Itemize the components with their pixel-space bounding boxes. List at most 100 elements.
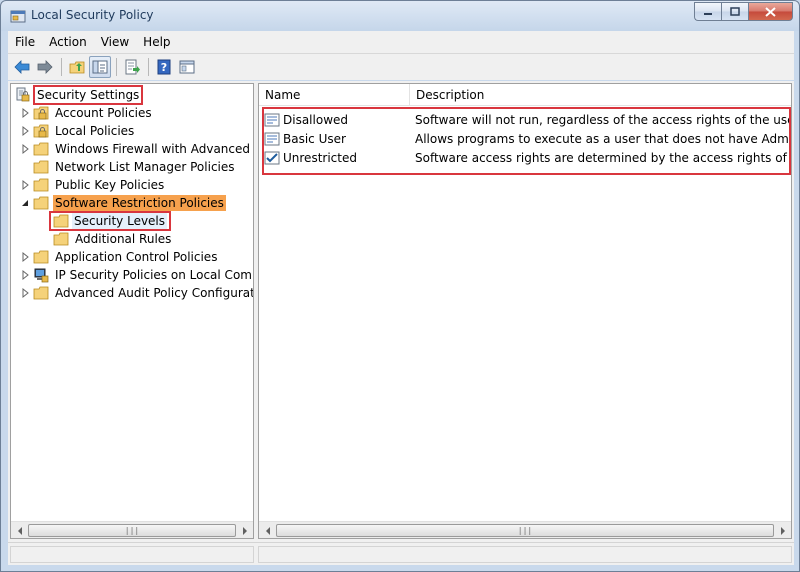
tree-horizontal-scrollbar[interactable]: ||| — [11, 521, 253, 538]
properties-button[interactable] — [176, 56, 198, 78]
close-icon — [765, 6, 776, 17]
scroll-thumb[interactable]: ||| — [28, 524, 236, 537]
window-title: Local Security Policy — [31, 8, 154, 22]
expand-arrow-icon[interactable] — [21, 104, 30, 122]
list-row-unrestricted[interactable]: Unrestricted Software access rights are … — [259, 148, 791, 167]
list-row-disallowed[interactable]: Disallowed Software will not run, regard… — [259, 110, 791, 129]
status-bar — [8, 542, 794, 565]
folder-icon — [33, 250, 49, 264]
export-list-icon — [125, 59, 140, 75]
tree-item-label: Security Levels — [72, 213, 168, 229]
security-level-name: Disallowed — [283, 112, 349, 127]
grip-icon: ||| — [124, 526, 140, 535]
grip-icon: ||| — [517, 526, 533, 535]
menu-file[interactable]: File — [8, 35, 42, 49]
expand-arrow-icon[interactable] — [21, 176, 30, 194]
tree-root-label: Security Settings — [32, 85, 144, 105]
maximize-button[interactable] — [721, 2, 748, 21]
back-button[interactable] — [11, 56, 33, 78]
forward-button[interactable] — [34, 56, 56, 78]
expand-arrow-icon[interactable] — [21, 248, 30, 266]
list-horizontal-scrollbar[interactable]: ||| — [259, 521, 791, 538]
column-header-name[interactable]: Name — [259, 84, 410, 106]
default-security-level-icon — [264, 151, 280, 164]
toolbar-separator — [116, 58, 117, 76]
menu-action[interactable]: Action — [42, 35, 94, 49]
close-button[interactable] — [748, 2, 793, 21]
tree-item-label: Advanced Audit Policy Configuration — [55, 286, 254, 300]
console-tree: Security Settings Account Policies Local… — [10, 83, 254, 539]
help-button[interactable]: ? — [153, 56, 175, 78]
tree-item-advanced-audit-policy[interactable]: Advanced Audit Policy Configuration — [21, 284, 254, 302]
tree-view: Security Settings Account Policies Local… — [11, 84, 253, 522]
minimize-button[interactable] — [694, 2, 721, 21]
tree-item-ip-security-policies[interactable]: IP Security Policies on Local Computer — [21, 266, 253, 284]
tree-item-application-control-policies[interactable]: Application Control Policies — [21, 248, 219, 266]
folder-lock-icon — [33, 106, 49, 120]
folder-icon — [33, 160, 49, 174]
up-folder-icon — [69, 61, 85, 74]
tree-item-label: Account Policies — [55, 106, 152, 120]
menu-view[interactable]: View — [94, 35, 136, 49]
scroll-thumb[interactable]: ||| — [276, 524, 774, 537]
tree-item-windows-firewall[interactable]: Windows Firewall with Advanced Security — [21, 140, 253, 158]
status-segment — [10, 546, 254, 563]
tree-item-network-list-manager[interactable]: Network List Manager Policies — [33, 158, 237, 176]
name-cell: Basic User — [259, 131, 409, 147]
scroll-right-button[interactable] — [774, 522, 791, 538]
scroll-left-button[interactable] — [11, 522, 28, 538]
list-body: Disallowed Software will not run, regard… — [259, 106, 791, 520]
scroll-right-icon — [780, 526, 785, 535]
menu-bar: File Action View Help — [8, 31, 794, 53]
title-bar[interactable]: Local Security Policy — [1, 1, 799, 31]
expand-arrow-icon[interactable] — [21, 140, 30, 158]
scroll-left-icon — [265, 526, 270, 535]
tree-item-label: Application Control Policies — [55, 250, 218, 264]
description-cell: Software access rights are determined by… — [415, 150, 791, 165]
toolbar-separator — [148, 58, 149, 76]
properties-icon — [179, 60, 195, 74]
security-level-name: Unrestricted — [283, 150, 357, 165]
scroll-right-button[interactable] — [236, 522, 253, 538]
tree-item-public-key-policies[interactable]: Public Key Policies — [21, 176, 166, 194]
scroll-left-icon — [17, 526, 22, 535]
column-header-description[interactable]: Description — [410, 84, 791, 106]
tree-item-local-policies[interactable]: Local Policies — [21, 122, 136, 140]
window: Local Security Policy File Action View H… — [0, 0, 800, 572]
expand-arrow-icon[interactable] — [21, 266, 30, 284]
list-row-basic-user[interactable]: Basic User Allows programs to execute as… — [259, 129, 791, 148]
tree-item-security-levels[interactable]: Security Levels — [48, 211, 172, 231]
tree-item-additional-rules[interactable]: Additional Rules — [53, 230, 173, 248]
toolbar: ? — [8, 53, 794, 80]
tree-item-software-restriction-policies[interactable]: Software Restriction Policies — [21, 194, 226, 212]
export-list-button[interactable] — [121, 56, 143, 78]
help-icon: ? — [157, 59, 171, 75]
tree-item-label: Network List Manager Policies — [55, 160, 235, 174]
security-level-name: Basic User — [283, 131, 346, 146]
list-header: Name Description — [259, 84, 791, 106]
folder-icon — [53, 214, 69, 228]
toolbar-separator — [61, 58, 62, 76]
tree-root-security-settings[interactable]: Security Settings — [15, 85, 144, 105]
tree-item-label: Additional Rules — [75, 232, 172, 246]
svg-text:?: ? — [161, 61, 167, 74]
menu-help[interactable]: Help — [136, 35, 177, 49]
tree-item-label: Software Restriction Policies — [53, 195, 226, 211]
status-segment — [258, 546, 792, 563]
tree-item-label: Local Policies — [55, 124, 135, 138]
ip-security-icon — [34, 268, 49, 283]
expand-arrow-icon[interactable] — [21, 284, 30, 302]
collapse-arrow-icon[interactable] — [21, 194, 30, 212]
folder-icon — [33, 142, 49, 156]
scroll-left-button[interactable] — [259, 522, 276, 538]
security-settings-icon — [16, 87, 30, 102]
name-cell: Unrestricted — [259, 150, 409, 166]
tree-item-account-policies[interactable]: Account Policies — [21, 104, 154, 122]
back-icon — [14, 60, 30, 74]
minimize-icon — [704, 12, 712, 15]
security-level-icon — [264, 113, 280, 126]
up-one-level-button[interactable] — [66, 56, 88, 78]
show-hide-console-tree-button[interactable] — [89, 56, 111, 78]
tree-item-label: Public Key Policies — [55, 178, 165, 192]
expand-arrow-icon[interactable] — [21, 122, 30, 140]
